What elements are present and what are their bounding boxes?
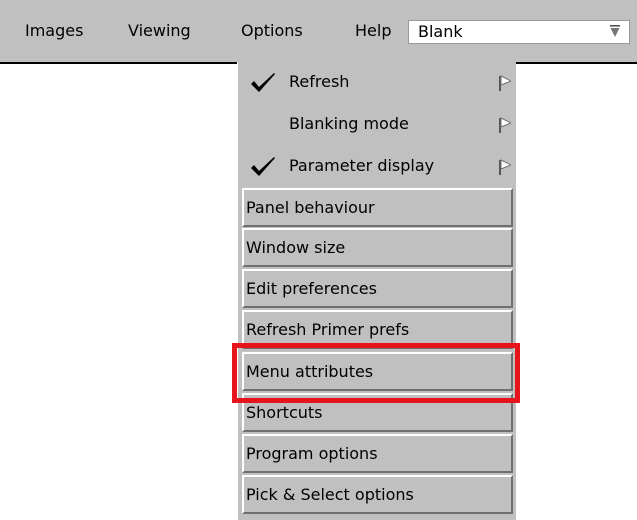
cascade-arrow-icon [499, 75, 511, 91]
options-menu: Refresh Blanking mode Parameter display … [237, 62, 516, 520]
menu-item-label: Refresh [289, 72, 350, 91]
menu-item-label: Edit preferences [246, 279, 377, 298]
menu-item-label: Pick & Select options [246, 485, 414, 504]
menu-viewing[interactable]: Viewing [128, 20, 191, 42]
menu-item-label: Program options [246, 444, 378, 463]
menu-item-blanking-mode[interactable]: Blanking mode [238, 104, 517, 146]
blanking-dropdown-value: Blank [418, 22, 463, 41]
menu-bar: Images Viewing Options Help Blank [0, 0, 637, 62]
menu-item-program-options[interactable]: Program options [242, 434, 513, 473]
menu-images[interactable]: Images [25, 20, 83, 42]
menu-item-label: Parameter display [289, 156, 435, 175]
menu-item-panel-behaviour[interactable]: Panel behaviour [242, 188, 513, 227]
dropdown-arrow-icon [610, 25, 620, 37]
menu-item-label: Panel behaviour [246, 198, 375, 217]
menu-item-label: Refresh Primer prefs [246, 320, 410, 339]
menu-item-window-size[interactable]: Window size [242, 228, 513, 267]
menu-item-refresh-primer-prefs[interactable]: Refresh Primer prefs [242, 310, 513, 349]
menu-item-refresh[interactable]: Refresh [238, 62, 517, 104]
menu-help[interactable]: Help [355, 20, 391, 42]
check-mark-icon [251, 157, 275, 176]
menu-item-edit-preferences[interactable]: Edit preferences [242, 269, 513, 308]
menu-options[interactable]: Options [241, 20, 303, 42]
menu-item-label: Menu attributes [246, 362, 374, 381]
cascade-arrow-icon [499, 117, 511, 133]
menu-item-label: Shortcuts [246, 403, 323, 422]
menu-item-parameter-display[interactable]: Parameter display [238, 146, 517, 188]
menu-item-menu-attributes[interactable]: Menu attributes [242, 352, 513, 391]
menu-item-pick-select-options[interactable]: Pick & Select options [242, 475, 513, 514]
menu-item-label: Blanking mode [289, 114, 409, 133]
menu-item-shortcuts[interactable]: Shortcuts [242, 393, 513, 432]
check-mark-icon [251, 73, 275, 92]
menu-item-label: Window size [246, 238, 346, 257]
cascade-arrow-icon [499, 159, 511, 175]
blanking-dropdown[interactable]: Blank [408, 20, 630, 44]
